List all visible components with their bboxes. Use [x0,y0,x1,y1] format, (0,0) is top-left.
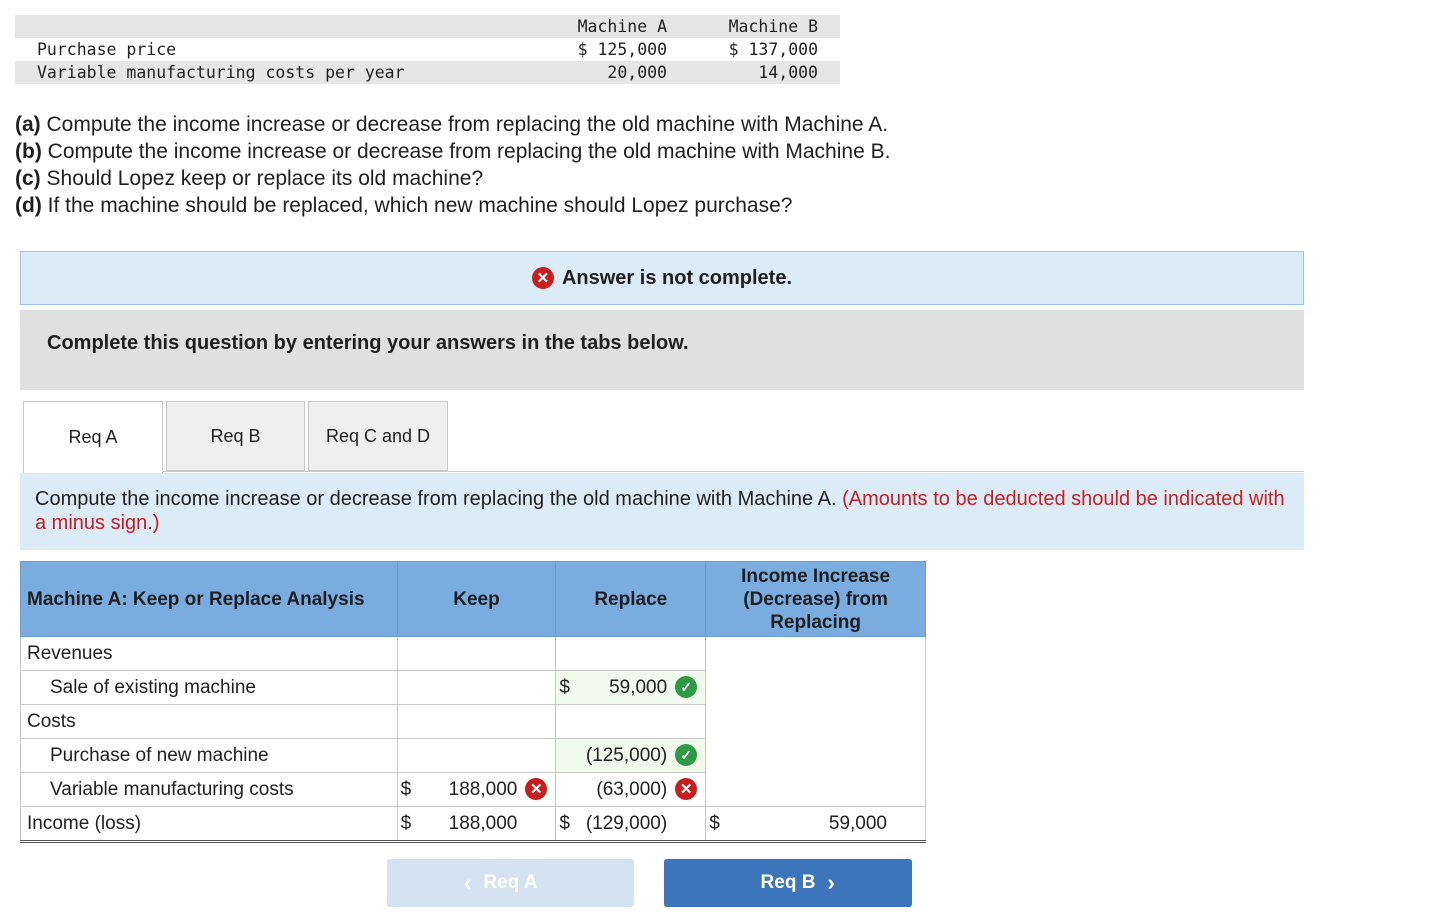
question-list: (a) Compute the income increase or decre… [15,111,890,219]
tab-req-a[interactable]: Req A [23,401,163,473]
question-tag: (c) [15,167,41,190]
given-data-table: Machine A Machine B Purchase price $ 125… [15,15,840,84]
prompt-paragraph: Compute the income increase or decrease … [35,487,1295,535]
replace-value: 59,000 [609,677,668,698]
question-b: (b) Compute the income increase or decre… [15,138,890,165]
question-a: (a) Compute the income increase or decre… [15,111,890,138]
question-text: Compute the income increase or decrease … [41,140,891,163]
next-button-label: Req B [760,872,816,893]
replace-input[interactable]: (63,000) ✕ [555,772,707,807]
question-d: (d) If the machine should be replaced, w… [15,192,890,219]
x-circle-icon: ✕ [675,778,698,800]
replace-total-value: (129,000) [585,813,668,834]
machine-b-value: 14,000 [758,63,818,82]
replace-value: (63,000) [596,779,668,800]
replace-cell[interactable] [555,636,707,671]
dollar-sign: $ [400,779,412,800]
row-label: Sale of existing machine [20,670,398,705]
replace-input[interactable]: $ 59,000 ✓ [555,670,707,705]
replace-cell[interactable] [555,704,707,739]
given-table-row: Variable manufacturing costs per year 20… [15,61,840,84]
tab-req-c-and-d[interactable]: Req C and D [308,401,448,471]
machine-b-value: $ 137,000 [728,40,818,59]
requirement-prompt: Compute the income increase or decrease … [20,473,1304,550]
table-row-total: Income (loss) $ 188,000 $ (129,000) $ 59… [20,806,926,843]
instruction-text: Complete this question by entering your … [47,332,689,354]
row-label: Variable manufacturing costs per year [37,63,405,82]
table-row: Revenues [20,636,926,807]
tab-bar: Req A Req B Req C and D [23,401,451,473]
tab-divider [163,471,1304,472]
keep-total: $ 188,000 [396,806,557,843]
dollar-sign: $ [559,813,570,834]
keep-cell[interactable] [396,670,557,705]
dollar-sign: $ [400,813,412,834]
question-text: Should Lopez keep or replace its old mac… [40,167,484,190]
check-circle-icon: ✓ [675,676,698,698]
table-title-header: Machine A: Keep or Replace Analysis [20,561,398,637]
replace-value: (125,000) [585,745,668,766]
keep-total-value: 188,000 [448,813,518,834]
machine-a-value: 20,000 [607,63,667,82]
row-label: Variable manufacturing costs [20,772,398,807]
tab-label: Req C and D [325,425,431,446]
question-tag: (d) [15,194,42,217]
dollar-sign: $ [559,677,570,698]
prev-req-a-button[interactable]: ‹ Req A › [387,859,634,907]
question-c: (c) Should Lopez keep or replace its old… [15,165,890,192]
row-label: Income (loss) [20,806,398,843]
replace-input[interactable]: (125,000) ✓ [555,738,707,773]
difference-total-value: 59,000 [828,813,887,834]
keep-cell[interactable] [396,738,557,773]
given-table-header: Machine A Machine B [15,15,840,38]
row-label: Revenues [20,636,398,671]
row-label: Purchase price [37,40,177,59]
check-circle-icon: ✓ [675,744,698,766]
machine-b-header: Machine B [728,17,818,36]
chevron-right-icon: › [827,870,835,895]
difference-cell [705,636,926,807]
row-label: Costs [20,704,398,739]
keep-header: Keep [396,561,557,637]
x-circle-icon: ✕ [531,267,554,289]
table-header-row: Machine A: Keep or Replace Analysis Keep… [20,561,926,637]
difference-total: $ 59,000 [705,806,926,843]
keep-value: 188,000 [448,779,518,800]
question-tag: (a) [15,113,41,136]
question-text: Compute the income increase or decrease … [40,113,889,136]
dollar-sign: $ [709,813,720,834]
chevron-left-icon: ‹ [464,870,472,895]
machine-a-header: Machine A [577,17,667,36]
keep-cell[interactable] [396,636,557,671]
x-circle-icon: ✕ [525,778,548,800]
prompt-text: Compute the income increase or decrease … [35,488,837,510]
tab-label: Req A [68,427,118,447]
replace-total: $ (129,000) [555,806,707,843]
question-text: If the machine should be replaced, which… [41,194,793,217]
keep-or-replace-table: Machine A: Keep or Replace Analysis Keep… [20,561,926,843]
prev-button-label: Req A [483,872,538,893]
next-req-b-button[interactable]: ‹ Req B › [664,859,912,907]
tab-req-b[interactable]: Req B [166,401,305,471]
instruction-box: Complete this question by entering your … [20,310,1304,390]
difference-header: Income Increase (Decrease) from Replacin… [705,561,926,637]
replace-header: Replace [555,561,707,637]
answer-status-banner: ✕ Answer is not complete. [20,251,1304,305]
keep-input[interactable]: $ 188,000 ✕ [396,772,557,807]
question-tag: (b) [15,140,42,163]
keep-cell[interactable] [396,704,557,739]
machine-a-value: $ 125,000 [577,40,667,59]
banner-text: Answer is not complete. [561,266,793,289]
row-label: Purchase of new machine [20,738,398,773]
tab-label: Req B [210,425,261,446]
given-table-row: Purchase price $ 125,000 $ 137,000 [15,38,840,61]
